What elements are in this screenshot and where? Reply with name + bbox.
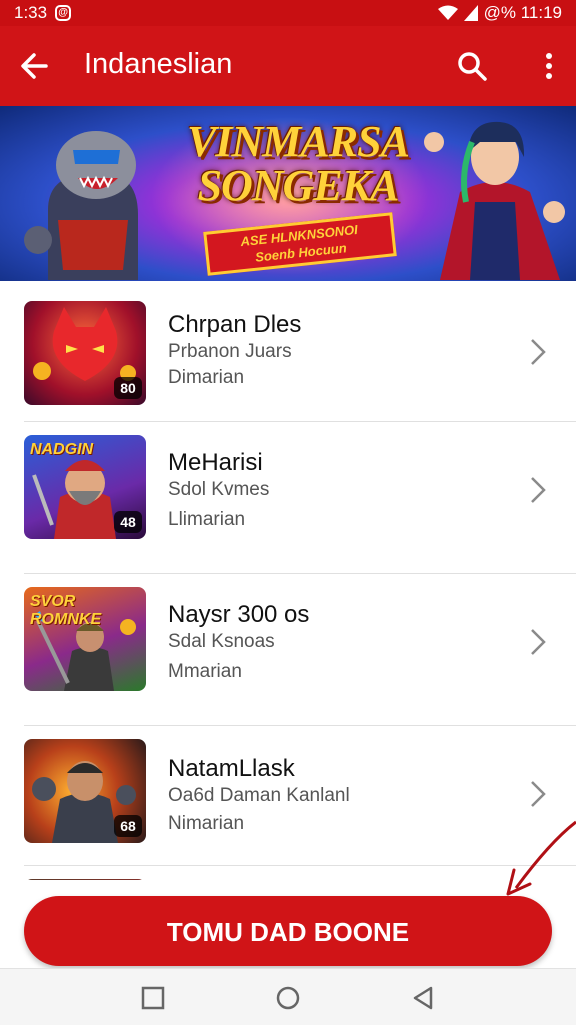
- game-thumbnail: NADGIN 48: [24, 435, 146, 539]
- game-subtitle: Prbanon Juars: [168, 341, 292, 362]
- chevron-right-icon: [531, 781, 546, 807]
- game-meta: Mmarian: [168, 661, 242, 682]
- circle-nav-icon[interactable]: [275, 985, 301, 1011]
- game-subtitle: Oa6d Daman Kanlanl: [168, 785, 350, 806]
- banner-title-line1: VINMARSA: [187, 117, 410, 166]
- chevron-right-icon: [531, 477, 546, 503]
- primary-cta-button[interactable]: TOMU DAD BOONE: [24, 896, 552, 966]
- search-icon[interactable]: [454, 48, 490, 84]
- thumbnail-badge: 48: [114, 511, 142, 533]
- wifi-icon: [437, 5, 458, 20]
- game-title: NatamLlask: [168, 755, 295, 782]
- triangle-back-nav-icon[interactable]: [410, 985, 436, 1011]
- game-meta: Dimarian: [168, 367, 245, 388]
- banner-title-line2: SONGEKA: [197, 161, 400, 210]
- list-item[interactable]: 80 Chrpan Dles Prbanon Juars Dimarian: [0, 281, 576, 431]
- cta-container: TOMU DAD BOONE: [0, 880, 576, 968]
- list-item[interactable]: NADGIN 48 MeHarisi Sdol Kvmes Llimarian: [0, 423, 576, 573]
- more-vert-icon[interactable]: [540, 48, 558, 84]
- banner-warrior-wolf-image: [24, 131, 138, 280]
- divider: [24, 865, 576, 866]
- game-title: Naysr 300 os: [168, 601, 310, 628]
- status-bar: 1:33 @ @% 11:19: [0, 0, 576, 26]
- game-subtitle: Sdol Kvmes: [168, 479, 270, 500]
- thumbnail-badge: 80: [114, 377, 142, 399]
- game-title: Chrpan Dles: [168, 311, 302, 338]
- divider: [24, 421, 576, 422]
- chevron-right-icon: [531, 629, 546, 655]
- chevron-right-icon: [531, 339, 546, 365]
- game-subtitle: Sdal Ksnoas: [168, 631, 275, 652]
- game-title: MeHarisi: [168, 449, 263, 476]
- game-thumbnail: 68: [24, 739, 146, 843]
- square-nav-icon[interactable]: [140, 985, 166, 1011]
- thumbnail-label: SVOR ROMNKE: [30, 593, 102, 628]
- game-meta: Nimarian: [168, 813, 245, 834]
- list-item[interactable]: 68 NatamLlask Oa6d Daman Kanlanl Nimaria…: [0, 727, 576, 877]
- back-arrow-icon[interactable]: [16, 48, 52, 84]
- divider: [24, 573, 576, 574]
- game-meta: Llimarian: [168, 509, 246, 530]
- page-title: Indaneslian: [84, 48, 233, 80]
- promo-banner[interactable]: VINMARSA SONGEKA ASE HLNKNSONOI Soenb Ho…: [0, 106, 576, 281]
- status-right-text: @% 11:19: [483, 3, 562, 22]
- signal-icon: [463, 5, 478, 21]
- banner-title: VINMARSA SONGEKA: [168, 120, 428, 208]
- divider: [24, 725, 576, 726]
- notification-icon: @: [55, 5, 72, 21]
- thumbnail-label: NADGIN: [30, 441, 94, 458]
- game-thumbnail: SVOR ROMNKE: [24, 587, 146, 691]
- banner-heroine-image: [424, 121, 565, 280]
- list-item[interactable]: SVOR ROMNKE Naysr 300 os Sdal Ksnoas Mma…: [0, 575, 576, 725]
- status-time: 1:33: [14, 3, 48, 22]
- thumbnail-badge: 68: [114, 815, 142, 837]
- game-thumbnail: 80: [24, 301, 146, 405]
- system-nav-bar: [0, 968, 576, 1025]
- app-bar: Indaneslian: [0, 26, 576, 106]
- pointer-arrow-icon: [506, 820, 576, 896]
